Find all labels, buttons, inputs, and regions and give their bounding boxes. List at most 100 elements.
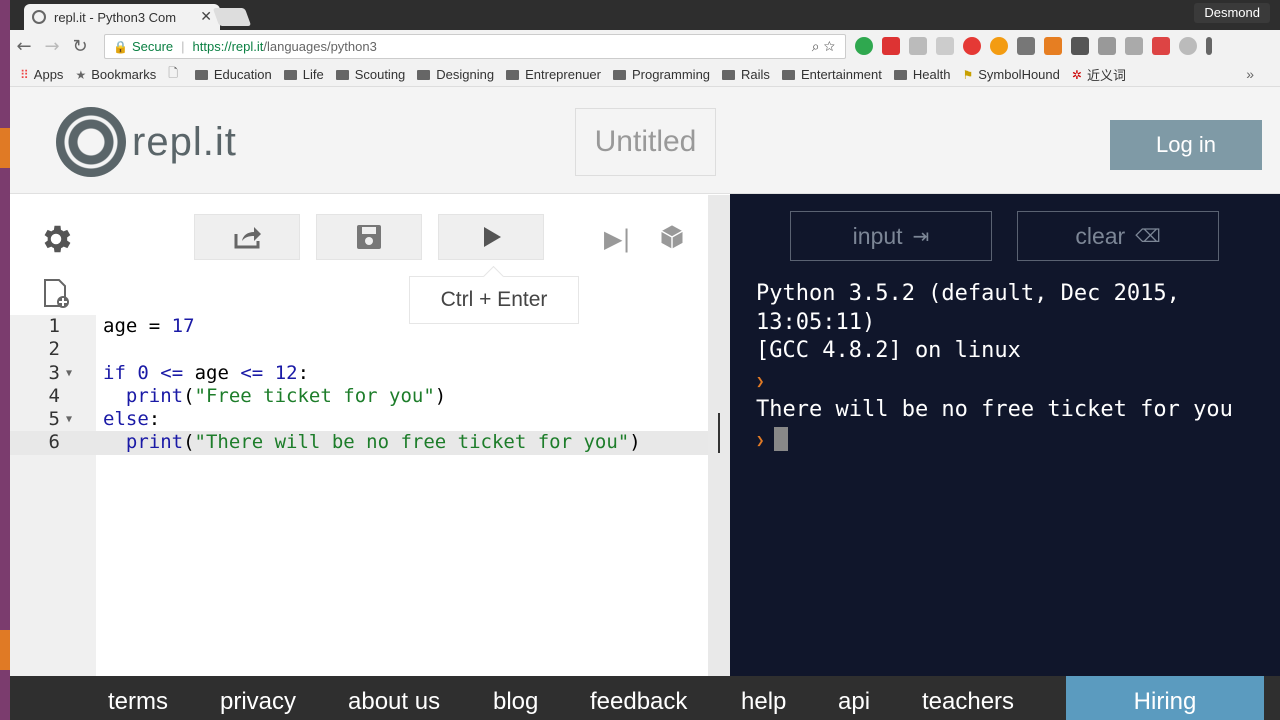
footer-link-about[interactable]: about us [348, 688, 440, 716]
bookmark-symbolhound[interactable]: ⚑ SymbolHound [962, 67, 1059, 82]
extension-icon[interactable] [936, 37, 954, 55]
bookmark-bookmarks[interactable]: ★ Bookmarks [75, 67, 156, 82]
footer-link-feedback[interactable]: feedback [590, 688, 687, 716]
extension-icon[interactable] [882, 37, 900, 55]
login-button[interactable]: Log in [1110, 120, 1262, 170]
code-line: 4 print("Free ticket for you") [48, 384, 447, 407]
hiring-button[interactable]: Hiring [1066, 676, 1264, 720]
console-cursor [774, 426, 789, 451]
pane-splitter[interactable] [708, 195, 730, 676]
code-line: 1 age = 17 [48, 315, 195, 337]
extension-icon[interactable] [1017, 37, 1035, 55]
folder-icon [194, 69, 208, 80]
address-bar[interactable]: 🔒 Secure | https://repl.it /languages/py… [104, 34, 846, 59]
folder-icon [781, 69, 795, 80]
code-area[interactable]: 1 age = 17 2 3 ▼ if 0 <= age <= 12: 4 print… [10, 315, 708, 455]
bookmark-rails[interactable]: Rails [722, 67, 770, 82]
browser-tab[interactable]: repl.it - Python3 Com ✕ [24, 4, 220, 30]
menu-icon[interactable] [1206, 37, 1212, 55]
bookmark-scouting[interactable]: Scouting [335, 67, 405, 82]
save-button[interactable] [316, 214, 422, 260]
clear-button[interactable]: clear ⌫ [1017, 211, 1219, 261]
bookmark-jinyici[interactable]: ✲ 近义词 [1072, 65, 1126, 84]
folder-icon [722, 69, 736, 80]
bookmark-entreprenuer[interactable]: Entreprenuer [506, 67, 601, 82]
extension-icon[interactable] [909, 37, 927, 55]
reload-icon[interactable]: ↻ [66, 36, 94, 57]
folder-icon [893, 69, 907, 80]
lock-icon: 🔒 [113, 39, 128, 54]
bookmarks-bar: ⠿ Apps ★ Bookmarks 🗋 Education Life Scouti… [10, 63, 1280, 87]
more-bookmarks-icon[interactable]: » [1246, 66, 1254, 82]
footer-link-teachers[interactable]: teachers [922, 688, 1014, 716]
bookmark-designing[interactable]: Designing [417, 67, 494, 82]
extension-icon[interactable] [1044, 37, 1062, 55]
folder-icon [283, 69, 297, 80]
play-icon [484, 227, 501, 247]
backspace-icon: ⌫ [1135, 225, 1161, 246]
code-line-active: 6 print("There will be no free ticket fo… [10, 431, 708, 455]
extension-icon[interactable] [1125, 37, 1143, 55]
new-tab-button[interactable] [212, 8, 252, 26]
footer-link-privacy[interactable]: privacy [220, 688, 296, 716]
footer-link-blog[interactable]: blog [493, 688, 538, 716]
console-result-line: There will be no free ticket for you [756, 397, 1233, 422]
back-arrow-icon[interactable]: ← [10, 36, 38, 57]
prompt-chevron-icon: ❯ [756, 373, 765, 390]
add-file-icon[interactable] [42, 279, 70, 309]
console-input-line[interactable]: ❯ [756, 425, 1256, 456]
bookmark-programming[interactable]: Programming [613, 67, 710, 82]
console-output[interactable]: Python 3.5.2 (default, Dec 2015, 13:05:1… [756, 280, 1256, 455]
apps-grid-icon: ⠿ [20, 67, 29, 82]
input-button[interactable]: input ⇥ [790, 211, 992, 261]
folder-icon [506, 69, 520, 80]
bookmark-life[interactable]: Life [283, 67, 324, 82]
bookmark-apps[interactable]: ⠿ Apps [20, 67, 63, 82]
url-host: https://repl.it [192, 39, 264, 54]
browser-tab-bar: repl.it - Python3 Com ✕ Desmond [10, 0, 1280, 30]
adblock-icon[interactable] [963, 37, 981, 55]
browser-toolbar: ← → ↻ 🔒 Secure | https://repl.it /langua… [10, 30, 1280, 63]
extension-icon[interactable] [1071, 37, 1089, 55]
repl-logo[interactable]: repl.it [56, 107, 237, 177]
secure-label: Secure [131, 39, 174, 54]
footer-bar: terms privacy about us blog feedback hel… [10, 676, 1280, 720]
footer-link-terms[interactable]: terms [108, 688, 168, 716]
tab-title: repl.it - Python3 Com [54, 9, 177, 25]
share-icon [234, 227, 261, 249]
extension-icon[interactable] [855, 37, 873, 55]
project-title[interactable]: Untitled [575, 108, 716, 176]
footer-link-api[interactable]: api [838, 688, 870, 716]
extension-icon[interactable] [1152, 37, 1170, 55]
extension-icon[interactable] [1179, 37, 1197, 55]
settings-gear-icon[interactable] [38, 221, 74, 257]
repl-header: repl.it Untitled Log in [10, 87, 1280, 194]
close-tab-icon[interactable]: ✕ [200, 9, 212, 25]
extension-icon[interactable] [1098, 37, 1116, 55]
zoom-star-icons[interactable]: ⌕☆ [812, 38, 839, 55]
extension-icon[interactable] [990, 37, 1008, 55]
code-editor-panel: ▶| Ctrl + Enter 1 age = 17 2 3 ▼ if 0 <= ag… [10, 195, 708, 676]
dictionary-icon: ✲ [1071, 67, 1082, 82]
bookmark-health[interactable]: Health [893, 67, 950, 82]
profile-button[interactable]: Desmond [1194, 3, 1270, 23]
share-button[interactable] [194, 214, 300, 260]
url-path: /languages/python3 [263, 39, 377, 54]
package-cube-icon[interactable] [658, 223, 686, 251]
code-line: 3 ▼ if 0 <= age <= 12: [48, 361, 310, 385]
fold-arrow-icon[interactable]: ▼ [66, 408, 72, 431]
bookmark-page[interactable]: 🗋 [168, 64, 183, 85]
bookmark-education[interactable]: Education [194, 67, 272, 82]
step-forward-icon[interactable]: ▶| [604, 225, 631, 253]
folder-icon [335, 69, 349, 80]
star-icon: ★ [75, 67, 87, 82]
footer-link-help[interactable]: help [741, 688, 786, 716]
console-panel: input ⇥ clear ⌫ Python 3.5.2 (default, Dec… [730, 194, 1280, 676]
fold-arrow-icon[interactable]: ▼ [66, 362, 72, 385]
run-button[interactable] [438, 214, 544, 260]
forward-arrow-icon[interactable]: → [38, 36, 66, 57]
bookmark-entertainment[interactable]: Entertainment [781, 67, 882, 82]
console-prompt: ❯ [756, 366, 1256, 397]
desktop-launcher-strip [0, 0, 10, 720]
logo-text: repl.it [132, 119, 237, 164]
